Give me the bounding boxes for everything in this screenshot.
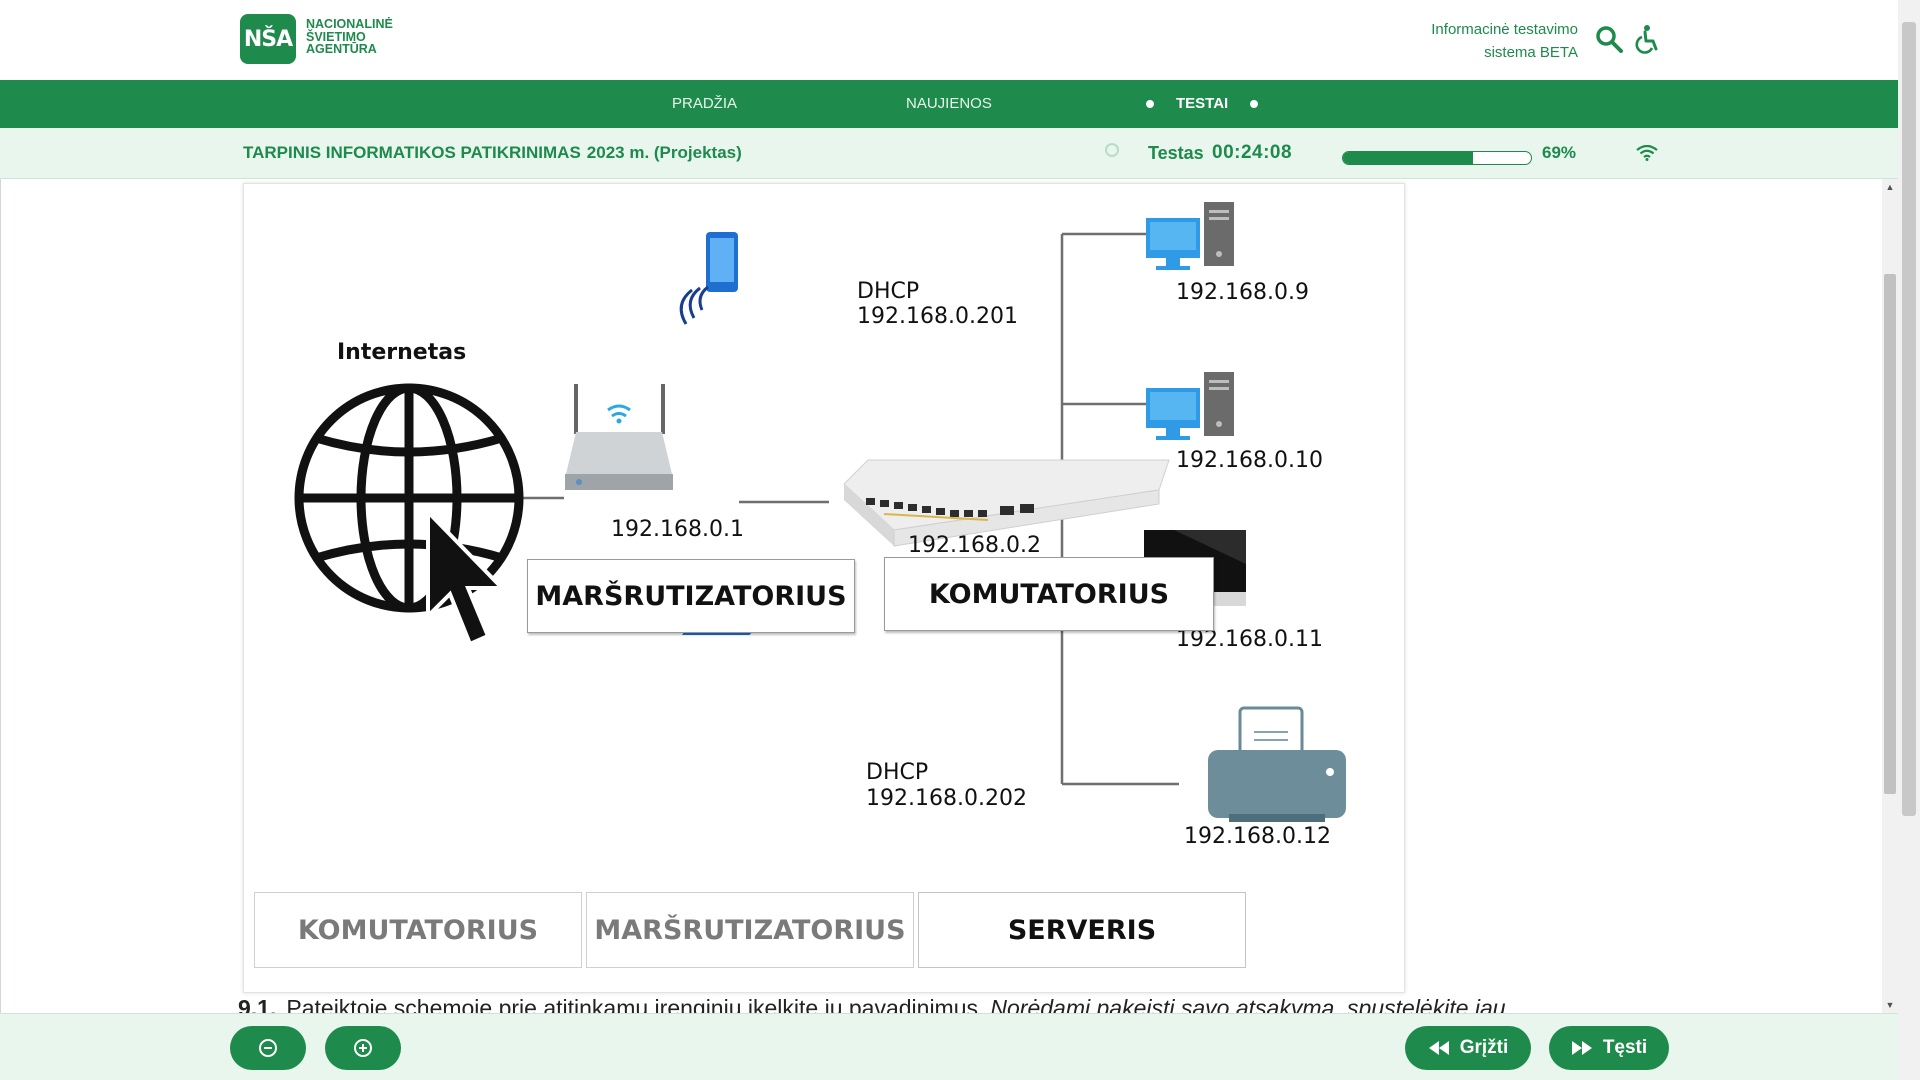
scroll-thumb[interactable] [1884,274,1896,794]
printer-icon [1208,706,1346,822]
phone-ip-label: 192.168.0.201 [857,304,1018,329]
question-body: Pateiktoje schemoje prie atitinkamų įren… [286,995,985,1013]
active-dot-left [1146,100,1154,109]
window-scroll-thumb[interactable] [1902,22,1916,816]
next-button-label: Tęsti [1602,1037,1648,1058]
question-text: 9.1. Pateiktoje schemoje prie atitinkamų … [238,995,1506,1013]
progress-percent: 69% [1542,143,1577,162]
progress-bar [1342,151,1532,165]
zoom-out-button[interactable] [230,1026,306,1070]
back-button-label: Grįžti [1459,1037,1509,1058]
desktop-computer-icon [1146,202,1234,270]
accessibility-icon[interactable] [1632,24,1662,54]
zoom-out-icon [259,1039,277,1057]
router-icon [565,384,673,490]
rewind-icon [1428,1041,1449,1055]
scroll-up-arrow[interactable]: ▲ [1882,179,1898,195]
system-name-line-2: sistema BETA [1484,44,1578,61]
main-nav: PRADŽIA NAUJIENOS TESTAI [0,80,1898,128]
pc2-ip-label: 192.168.0.10 [1176,448,1323,473]
question-number: 9.1. [238,995,277,1013]
desktop-computer-icon [1146,372,1234,440]
nav-item-naujienos[interactable]: NAUJIENOS [906,80,992,128]
zoom-in-icon [354,1039,372,1057]
progress-fill [1343,152,1473,164]
timer-value: 00:24:08 [1212,142,1293,163]
question-hint: Norėdami pakeisti savo atsakymą, spustel… [990,995,1506,1013]
logo-text: Nacionalinė Švietimo Agentūra [306,18,393,56]
test-title: TARPINIS INFORMATIKOS PATIKRINIMAS 2023 m… [243,128,742,178]
clock-icon [1105,143,1119,157]
network-diagram: Internetas DHCP 192.168.0.201 192.168.0.… [243,183,1405,993]
nsa-logo[interactable]: NŠA [240,14,296,64]
logo-line-3: Agentūra [306,42,377,56]
phone-icon [679,232,738,325]
test-title-text: TARPINIS INFORMATIKOS PATIKRINIMAS [243,143,581,162]
test-subtitle: 2023 m. (Projektas) [586,143,742,162]
nav-item-testai[interactable]: TESTAI [1124,80,1280,128]
back-button[interactable]: Grįžti [1405,1026,1531,1070]
app-page: NŠA Nacionalinė Švietimo Agentūra Inform… [0,0,1898,1080]
choice-marsrutizatorius[interactable]: MARŠRUTIZATORIUS [586,892,914,968]
content-scrollbar[interactable]: ▲ ▼ [1882,179,1898,1013]
internet-label: Internetas [337,340,467,365]
top-header: NŠA Nacionalinė Švietimo Agentūra Inform… [0,0,1898,80]
active-dot-right [1250,100,1259,109]
search-icon[interactable] [1594,24,1624,54]
switch-ip-label: 192.168.0.2 [908,533,1041,558]
test-status-bar: TARPINIS INFORMATIKOS PATIKRINIMAS 2023 m… [0,128,1898,179]
zoom-in-button[interactable] [325,1026,401,1070]
laptop-ip-label: 192.168.0.202 [866,786,1027,811]
pc1-ip-label: 192.168.0.9 [1176,280,1309,305]
logo-line-1: Nacionalinė [306,17,393,31]
system-name: Informacinė testavimo sistema BETA [1431,18,1578,64]
fast-forward-icon [1571,1041,1592,1055]
switch-drop-zone[interactable]: KOMUTATORIUS [884,557,1214,631]
router-drop-zone[interactable]: MARŠRUTIZATORIUS [527,559,855,633]
router-ip-label: 192.168.0.1 [611,517,744,542]
printer-ip-label: 192.168.0.12 [1184,824,1331,849]
window-scrollbar[interactable] [1898,0,1920,1080]
wifi-icon [1636,145,1658,161]
question-content[interactable]: Internetas DHCP 192.168.0.201 192.168.0.… [0,179,1883,1013]
nav-item-testai-label: TESTAI [1176,95,1229,112]
next-button[interactable]: Tęsti [1549,1026,1669,1070]
choice-komutatorius[interactable]: KOMUTATORIUS [254,892,582,968]
cursor-icon [426,507,507,647]
laptop-dhcp-label: DHCP [866,760,929,785]
phone-dhcp-label: DHCP [857,279,920,304]
choice-serveris[interactable]: SERVERIS [918,892,1246,968]
scroll-down-arrow[interactable]: ▼ [1882,997,1898,1013]
system-name-line-1: Informacinė testavimo [1431,21,1578,38]
bottom-toolbar: Grįžti Tęsti [0,1013,1898,1080]
timer-label: Testas [1148,143,1204,163]
nav-item-pradzia[interactable]: PRADŽIA [672,80,737,128]
